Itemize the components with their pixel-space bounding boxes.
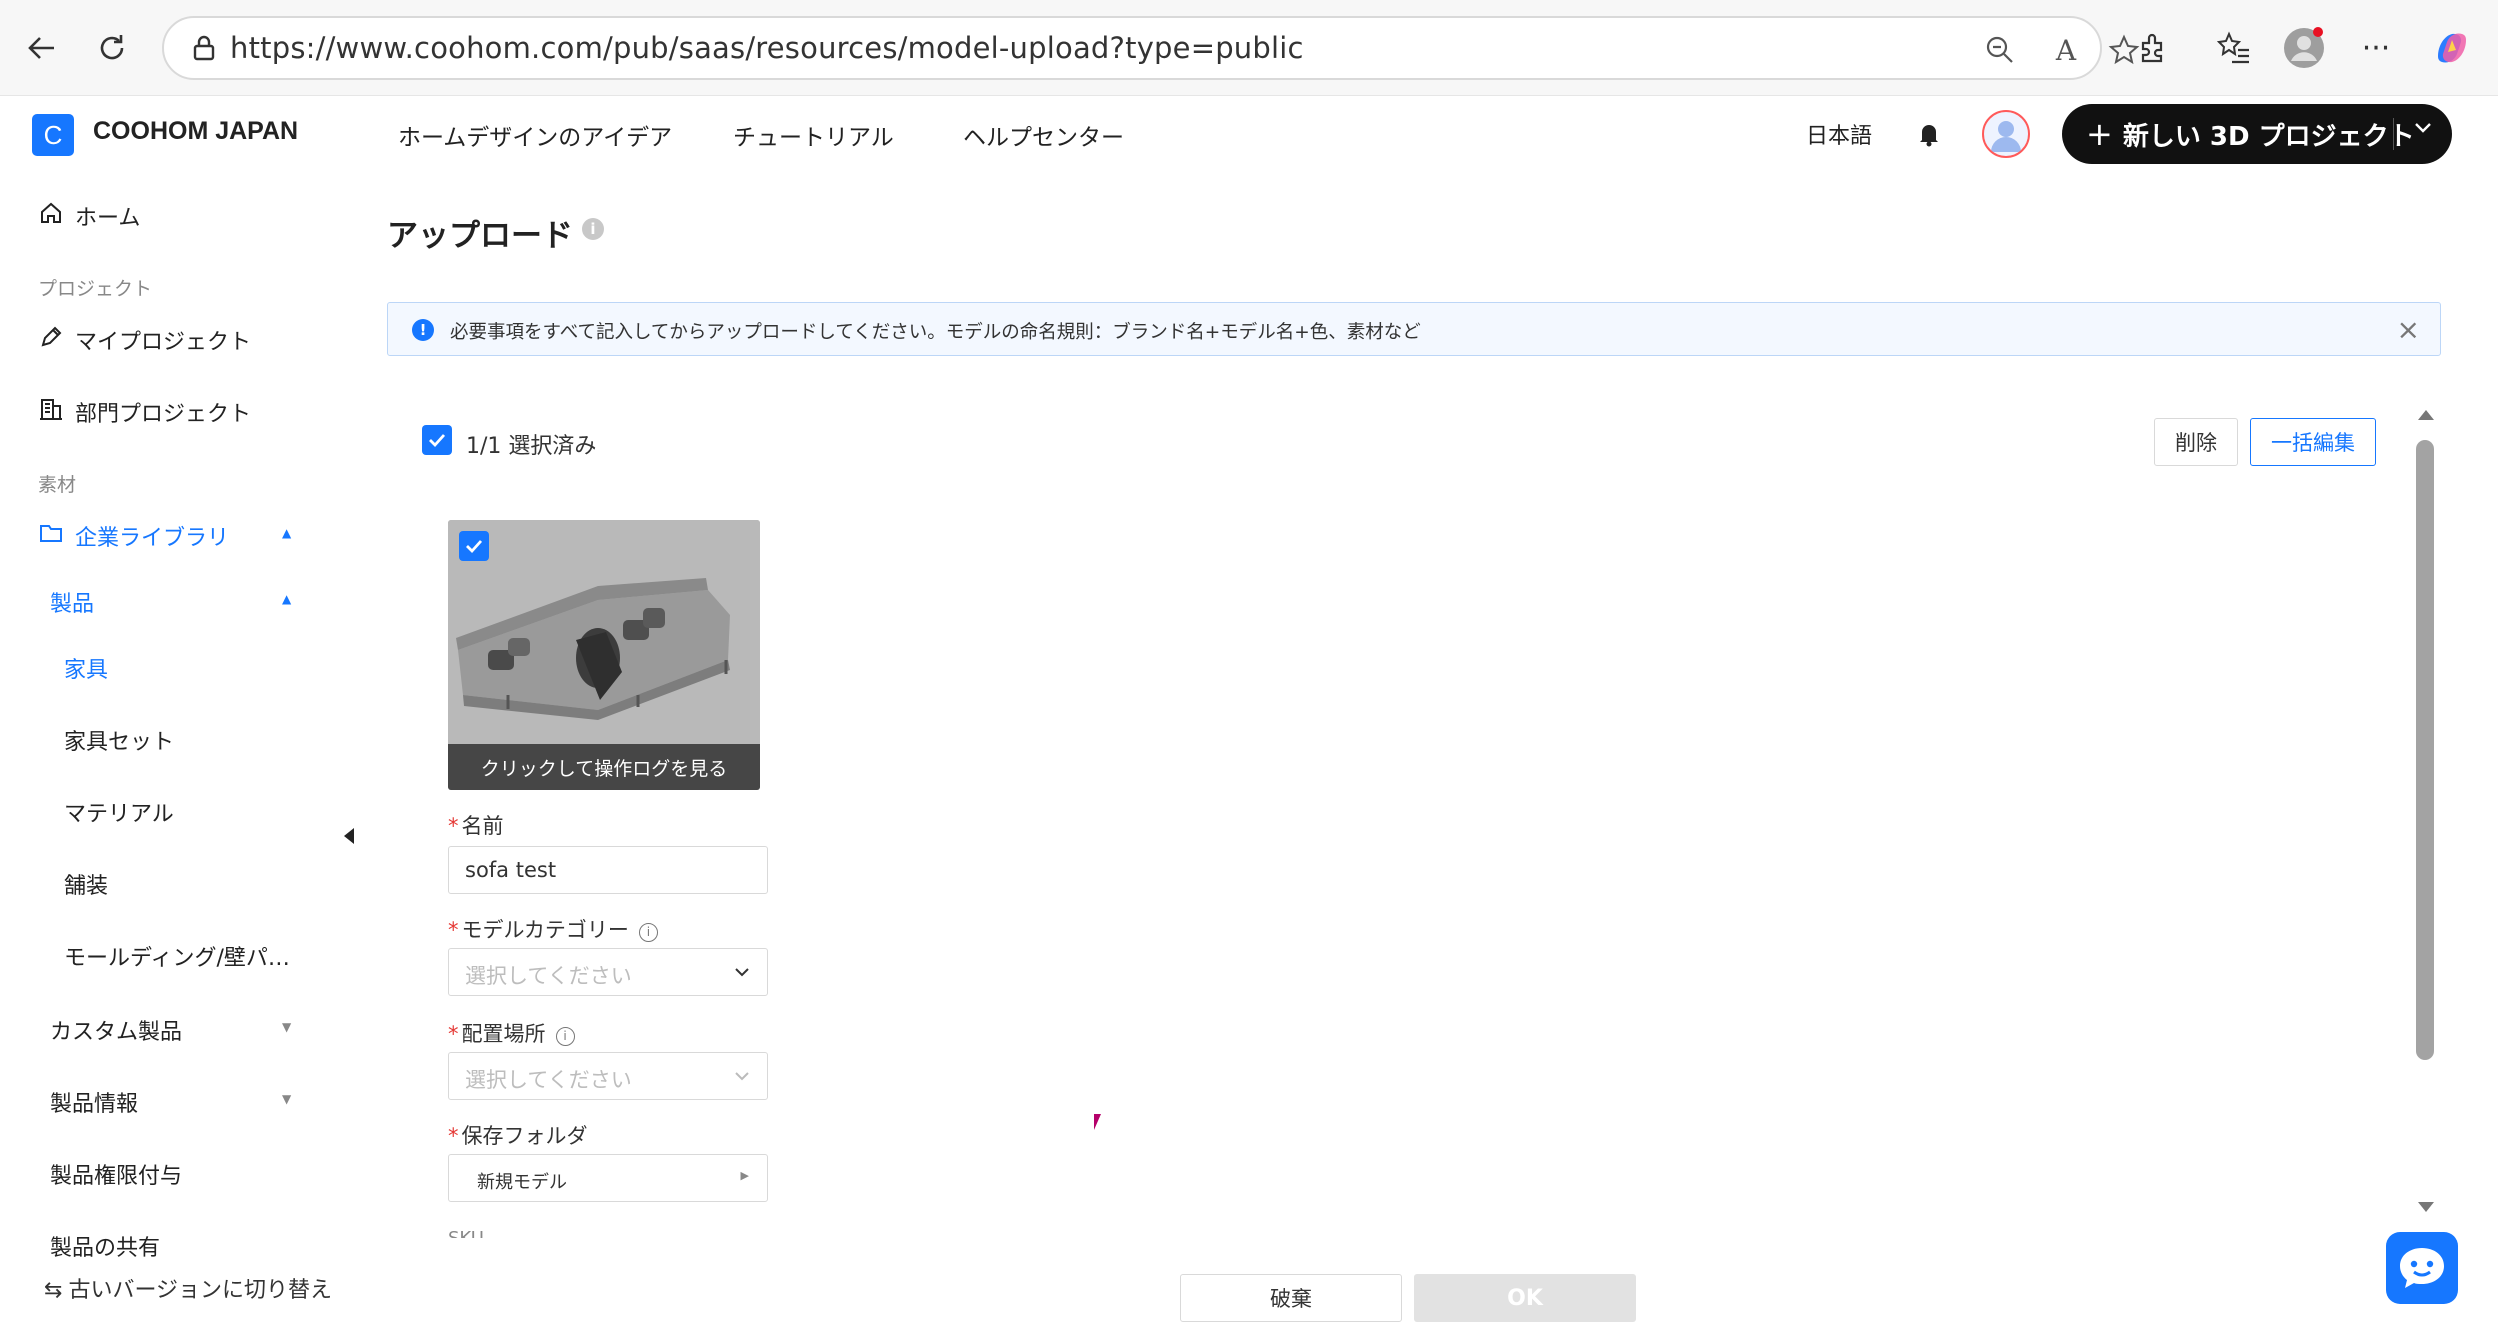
delete-button[interactable]: 削除	[2154, 418, 2238, 466]
notice-text: 必要事項をすべて記入してからアップロードしてください。モデルの命名規則：ブランド…	[450, 322, 1421, 343]
scroll-up-arrow[interactable]	[2418, 410, 2434, 420]
scrollbar-thumb[interactable]	[2416, 440, 2434, 1060]
coohom-logo[interactable]: C	[32, 114, 74, 156]
lock-icon[interactable]	[188, 32, 220, 64]
chevron-down-icon	[735, 1072, 749, 1081]
page-title: アップロード	[387, 218, 573, 254]
avatar[interactable]	[1982, 110, 2030, 158]
chat-support-button[interactable]	[2386, 1232, 2458, 1304]
edit-project-icon	[41, 326, 62, 347]
model-select-checkbox[interactable]	[459, 531, 489, 561]
sidebar-item-product-share[interactable]: 製品の共有	[50, 1230, 160, 1262]
nav-tutorial[interactable]: チュートリアル	[733, 118, 894, 152]
nav-home-design-ideas[interactable]: ホームデザインのアイデア	[398, 118, 672, 152]
placement-select[interactable]: 選択してください	[448, 1052, 768, 1100]
browser-toolbar: https://www.coohom.com/pub/saas/resource…	[0, 0, 2498, 96]
info-icon[interactable]: i	[582, 218, 604, 240]
url-text[interactable]: https://www.coohom.com/pub/saas/resource…	[230, 31, 1304, 65]
zoom-out-icon[interactable]	[1982, 32, 2018, 68]
sidebar-item-product-info[interactable]: 製品情報	[50, 1086, 138, 1118]
model-thumbnail[interactable]: クリックして操作ログを見る	[448, 520, 760, 790]
new-3d-project-button[interactable]: + 新しい 3D プロジェクト	[2062, 104, 2452, 164]
app-header: C COOHOM JAPAN ホームデザインのアイデア チュートリアル ヘルプセ…	[0, 96, 2498, 172]
chevron-down-icon[interactable]: ▼	[282, 1020, 291, 1034]
selected-count: 1/1 選択済み	[466, 434, 597, 459]
info-icon[interactable]: i	[638, 923, 658, 942]
close-icon[interactable]: ×	[2397, 313, 2420, 346]
sidebar-item-custom-products[interactable]: カスタム製品	[50, 1014, 182, 1046]
chevron-up-icon[interactable]: ▲	[282, 526, 291, 540]
copilot-icon[interactable]	[2426, 22, 2478, 74]
nav-help-center[interactable]: ヘルプセンター	[963, 118, 1124, 152]
chevron-up-icon[interactable]: ▲	[282, 592, 291, 606]
discard-button[interactable]: 破棄	[1180, 1274, 1402, 1322]
sidebar-item-enterprise-library[interactable]: 企業ライブラリ	[75, 520, 229, 552]
refresh-icon[interactable]	[86, 22, 138, 74]
chevron-right-icon: ▶	[740, 1169, 749, 1182]
sidebar-item-furniture[interactable]: 家具	[64, 652, 108, 684]
name-input[interactable]: sofa test	[448, 846, 768, 894]
switch-old-version-link[interactable]: ⇆ 古いバージョンに切り替え	[44, 1272, 332, 1304]
new-project-label: 新しい 3D プロジェクト	[2122, 121, 2415, 152]
sidebar-collapse-icon[interactable]	[344, 828, 354, 844]
folder-icon	[40, 525, 62, 542]
info-icon: !	[412, 319, 434, 341]
more-options-icon[interactable]: ···	[2350, 22, 2402, 74]
placement-placeholder: 選択してください	[465, 1068, 632, 1092]
scroll-down-arrow[interactable]	[2418, 1202, 2434, 1212]
view-log-caption[interactable]: クリックして操作ログを見る	[448, 744, 760, 790]
name-value: sofa test	[465, 858, 557, 882]
bell-icon[interactable]	[1912, 116, 1946, 150]
chevron-down-icon[interactable]: ▼	[282, 1092, 291, 1106]
notice-banner: ! 必要事項をすべて記入してからアップロードしてください。モデルの命名規則：ブラ…	[387, 302, 2441, 356]
info-icon[interactable]: i	[555, 1027, 575, 1046]
building-icon	[40, 399, 62, 420]
folder-value: 新規モデル	[477, 1172, 567, 1193]
brand-name[interactable]: COOHOM JAPAN	[93, 117, 298, 146]
sidebar-section-material: 素材	[38, 474, 77, 496]
sku-label: SKU	[448, 1228, 484, 1238]
folder-select[interactable]: 新規モデル ▶	[448, 1154, 768, 1202]
read-aloud-icon[interactable]: A	[2048, 32, 2084, 68]
language-selector[interactable]: 日本語	[1806, 118, 1872, 150]
placement-label: * 配置場所 i	[448, 1018, 575, 1048]
bulk-edit-button[interactable]: 一括編集	[2250, 418, 2376, 466]
sofa-image	[448, 520, 760, 744]
sidebar-item-material[interactable]: マテリアル	[64, 796, 174, 828]
swap-icon: ⇆	[44, 1278, 63, 1303]
chevron-down-icon[interactable]	[2412, 116, 2434, 144]
sidebar-item-home[interactable]: ホーム	[75, 200, 140, 232]
select-all-checkbox[interactable]	[422, 425, 452, 455]
sidebar-item-my-project[interactable]: マイプロジェクト	[75, 324, 251, 356]
back-icon[interactable]	[16, 22, 68, 74]
plus-icon: +	[2086, 115, 2113, 153]
sidebar-item-product-permission[interactable]: 製品権限付与	[50, 1158, 182, 1190]
chevron-down-icon	[735, 968, 749, 977]
mouse-cursor	[1094, 1114, 1101, 1130]
chat-icon	[2400, 1248, 2444, 1288]
sidebar-item-molding[interactable]: モールディング/壁パ…	[64, 940, 290, 972]
folder-label: * 保存フォルダ	[448, 1124, 588, 1148]
address-bar[interactable]: https://www.coohom.com/pub/saas/resource…	[162, 16, 2140, 80]
sidebar: ホーム プロジェクト マイプロジェクト 部門プロジェクト 素材 企業ライブラリ …	[0, 172, 340, 1332]
extensions-icon[interactable]	[2126, 22, 2178, 74]
category-select[interactable]: 選択してください	[448, 948, 768, 996]
sidebar-item-paving[interactable]: 舗装	[64, 868, 108, 900]
category-label: * モデルカテゴリー i	[448, 914, 658, 944]
sidebar-item-furniture-set[interactable]: 家具セット	[64, 724, 174, 756]
sidebar-item-dept-project[interactable]: 部門プロジェクト	[75, 396, 251, 428]
profile-icon[interactable]	[2278, 22, 2330, 74]
sidebar-item-products[interactable]: 製品	[50, 586, 94, 618]
category-placeholder: 選択してください	[465, 964, 632, 988]
ok-button[interactable]: OK	[1414, 1274, 1636, 1322]
sidebar-section-project: プロジェクト	[38, 278, 153, 300]
favorites-list-icon[interactable]	[2208, 22, 2260, 74]
home-icon	[41, 202, 61, 223]
name-label: * 名前	[448, 814, 504, 838]
